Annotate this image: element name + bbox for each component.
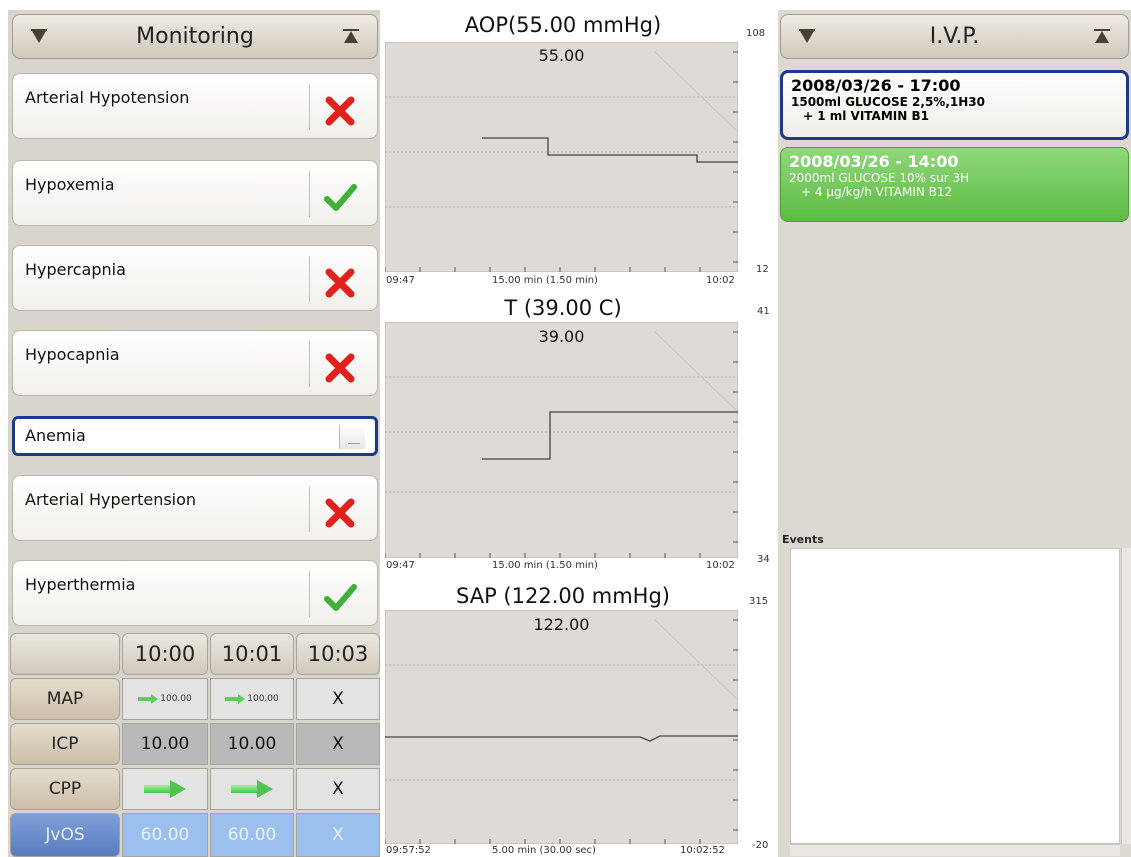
- collapse-down-icon[interactable]: [795, 25, 819, 49]
- x-start-label: 09:47: [386, 275, 415, 286]
- ivp-entry-date: 2008/03/26 - 14:00: [789, 152, 959, 171]
- row-label-jvos[interactable]: JvOS: [10, 813, 120, 857]
- monitoring-header: Monitoring: [12, 14, 378, 59]
- alarm-label: Hypocapnia: [25, 345, 120, 364]
- cross-icon: [325, 353, 355, 383]
- alarm-card-hypercapnia[interactable]: Hypercapnia: [12, 245, 378, 311]
- chart-title-aop: AOP(55.00 mmHg): [464, 13, 662, 37]
- trend-cell: 100.00: [210, 678, 294, 720]
- chart-current-value: 122.00: [533, 615, 590, 634]
- trend-cell: 60.00: [210, 813, 294, 857]
- cross-icon: [325, 268, 355, 298]
- ivp-entry-line: 2000ml GLUCOSE 10% sur 3H: [789, 171, 970, 185]
- scale-max: 315: [749, 596, 769, 607]
- events-horizontal-scrollbar[interactable]: [790, 844, 1120, 856]
- events-list[interactable]: [790, 548, 1120, 844]
- trend-cell: [122, 768, 208, 810]
- trend-cell: 100.00: [122, 678, 208, 720]
- alarm-card-hypocapnia[interactable]: Hypocapnia: [12, 330, 378, 396]
- cross-icon: [325, 96, 355, 126]
- trend-cell: X: [296, 813, 380, 857]
- chart-current-value: 55.00: [538, 46, 585, 65]
- ivp-entry-line: + 1 ml VITAMIN B1: [803, 109, 929, 123]
- scale-min: -20: [752, 840, 769, 851]
- trend-cell: 10.00: [122, 723, 208, 765]
- collapse-up-icon[interactable]: [339, 25, 363, 49]
- row-label-cpp[interactable]: CPP: [10, 768, 120, 810]
- alarm-card-hyperthermia[interactable]: Hyperthermia: [12, 560, 378, 626]
- chart-title-sap: SAP (122.00 mmHg): [456, 584, 670, 608]
- trend-value: 100.00: [160, 694, 192, 704]
- trend-grid-corner: [10, 633, 120, 675]
- ivp-entry-line: + 4 μg/kg/h VITAMIN B12: [801, 185, 953, 199]
- cross-icon: [325, 498, 355, 528]
- x-start-label: 09:47: [386, 560, 415, 571]
- trend-cell: X: [296, 768, 380, 810]
- alarm-label: Hyperthermia: [25, 575, 136, 594]
- ivp-title: I.V.P.: [929, 24, 980, 49]
- time-header: 10:01: [210, 633, 294, 675]
- scale-max: 108: [746, 28, 766, 39]
- scale-min: 12: [756, 264, 769, 275]
- ivp-entry-active[interactable]: 2008/03/26 - 14:00 2000ml GLUCOSE 10% su…: [780, 147, 1129, 222]
- check-icon: [324, 584, 357, 611]
- ivp-entry-date: 2008/03/26 - 17:00: [791, 76, 961, 95]
- trend-value: 100.00: [247, 694, 279, 704]
- alarm-label: Arterial Hypertension: [25, 490, 197, 509]
- trend-cell: X: [296, 678, 380, 720]
- chart-current-value: 39.00: [538, 327, 585, 346]
- alarm-label: Hypoxemia: [25, 175, 115, 194]
- arrow-right-icon: [144, 780, 186, 798]
- alarm-card-anemia[interactable]: Anemia: [12, 416, 378, 456]
- alarm-label: Hypercapnia: [25, 260, 126, 279]
- chart-title-temperature: T (39.00 C): [504, 296, 622, 320]
- ivp-entry-selected[interactable]: 2008/03/26 - 17:00 1500ml GLUCOSE 2,5%,1…: [780, 70, 1129, 140]
- trend-cell: 10.00: [210, 723, 294, 765]
- x-window-label: 5.00 min (30.00 sec): [492, 845, 596, 856]
- alarm-card-hypoxemia[interactable]: Hypoxemia: [12, 160, 378, 226]
- time-header: 10:00: [122, 633, 208, 675]
- scale-max: 41: [757, 306, 770, 317]
- alarm-card-arterial-hypotension[interactable]: Arterial Hypotension: [12, 73, 378, 139]
- chart-sap[interactable]: [385, 610, 738, 844]
- monitoring-title: Monitoring: [136, 24, 254, 49]
- collapse-down-icon[interactable]: [27, 25, 51, 49]
- x-start-label: 09:57:52: [386, 845, 431, 856]
- x-end-label: 10:02:52: [680, 845, 725, 856]
- chart-temperature[interactable]: [385, 322, 738, 558]
- x-end-label: 10:02: [706, 560, 735, 571]
- trend-cell: X: [296, 723, 380, 765]
- arrow-right-icon: [225, 694, 246, 704]
- events-vertical-scrollbar[interactable]: [1121, 548, 1131, 844]
- row-label-icp[interactable]: ICP: [10, 723, 120, 765]
- scale-min: 34: [757, 554, 770, 565]
- alarm-card-arterial-hypertension[interactable]: Arterial Hypertension: [12, 475, 378, 541]
- alarm-label: Arterial Hypotension: [25, 88, 190, 107]
- row-label-map[interactable]: MAP: [10, 678, 120, 720]
- alarm-label: Anemia: [25, 426, 86, 445]
- time-header: 10:03: [296, 633, 380, 675]
- arrow-right-icon: [231, 780, 273, 798]
- events-label: Events: [782, 533, 824, 546]
- chart-aop[interactable]: [385, 42, 738, 272]
- check-icon: [324, 184, 357, 211]
- collapse-up-icon[interactable]: [1090, 25, 1114, 49]
- trend-cell: 60.00: [122, 813, 208, 857]
- x-window-label: 15.00 min (1.50 min): [492, 275, 598, 286]
- arrow-right-icon: [138, 694, 159, 704]
- unknown-status-icon: [339, 425, 365, 449]
- ivp-header: I.V.P.: [780, 14, 1129, 59]
- x-window-label: 15.00 min (1.50 min): [492, 560, 598, 571]
- x-end-label: 10:02: [706, 275, 735, 286]
- trend-cell: [210, 768, 294, 810]
- ivp-entry-line: 1500ml GLUCOSE 2,5%,1H30: [791, 95, 985, 109]
